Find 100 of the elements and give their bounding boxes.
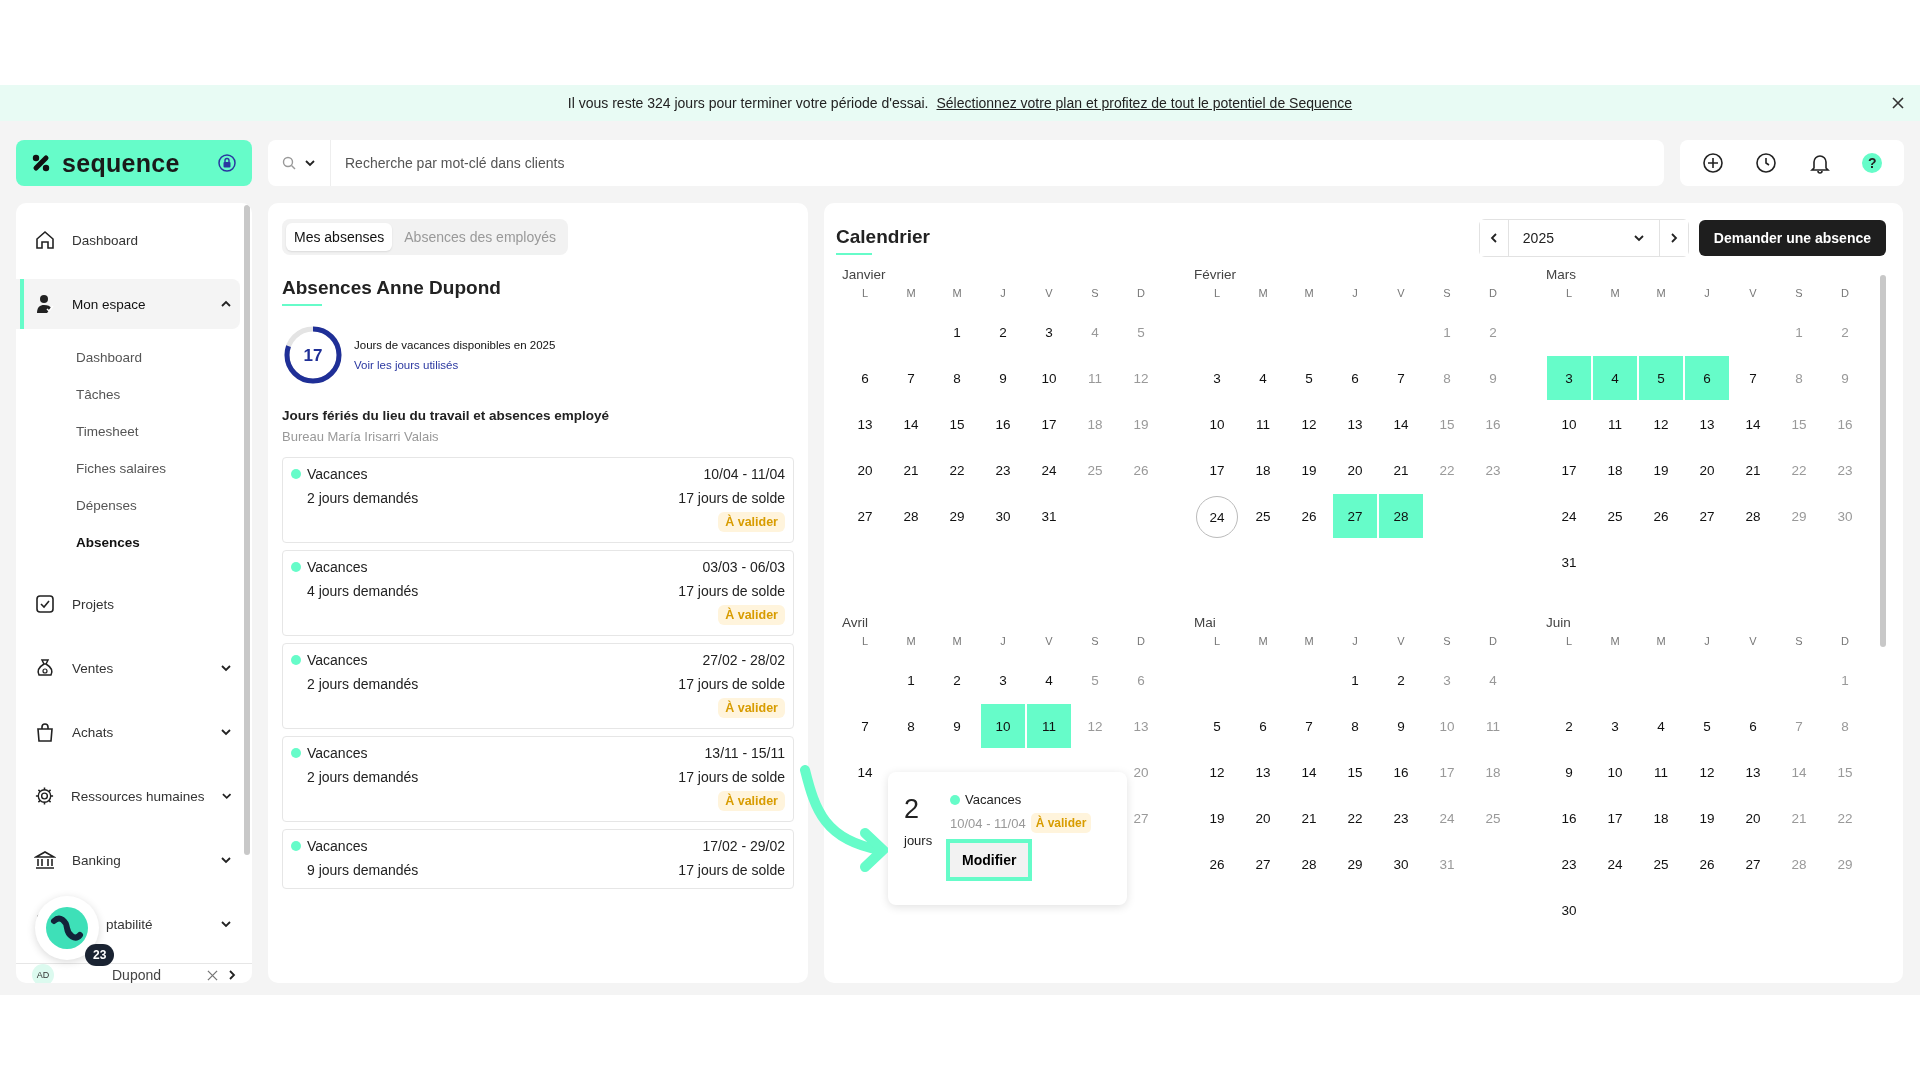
calendar-day[interactable]: 5: [1194, 703, 1240, 749]
calendar-day[interactable]: 19: [1194, 795, 1240, 841]
calendar-day[interactable]: 3: [1592, 703, 1638, 749]
calendar-day[interactable]: 7: [1378, 355, 1424, 401]
calendar-day[interactable]: 16: [1546, 795, 1592, 841]
calendar-day[interactable]: 20: [842, 447, 888, 493]
calendar-day[interactable]: 14: [842, 749, 888, 795]
calendar-day[interactable]: 31: [1546, 539, 1592, 585]
calendar-day[interactable]: 20: [1730, 795, 1776, 841]
calendar-day[interactable]: 11: [1592, 401, 1638, 447]
absence-day[interactable]: 5: [1639, 356, 1683, 400]
nav-group[interactable]: Ventes: [16, 643, 240, 693]
calendar-day[interactable]: 12: [1638, 401, 1684, 447]
calendar-day[interactable]: 28: [1730, 493, 1776, 539]
calendar-day[interactable]: 7: [888, 355, 934, 401]
absence-day[interactable]: 10: [981, 704, 1025, 748]
calendar-day[interactable]: 3: [980, 657, 1026, 703]
calendar-day[interactable]: 7: [842, 703, 888, 749]
absence-day[interactable]: 27: [1333, 494, 1377, 538]
calendar-day[interactable]: 9: [1378, 703, 1424, 749]
calendar-day[interactable]: 20: [1332, 447, 1378, 493]
calendar-day[interactable]: 7: [1286, 703, 1332, 749]
calendar-day[interactable]: 13: [1684, 401, 1730, 447]
absence-day[interactable]: 11: [1027, 704, 1071, 748]
calendar-day[interactable]: 26: [1684, 841, 1730, 887]
calendar-day[interactable]: 16: [1378, 749, 1424, 795]
chevron-down-icon[interactable]: [220, 854, 232, 866]
chevron-down-icon[interactable]: [220, 918, 232, 930]
chevron-down-icon[interactable]: [304, 157, 316, 169]
search-bar[interactable]: Recherche par mot-clé dans clients: [268, 140, 1664, 186]
user-avatar[interactable]: AD: [32, 964, 54, 983]
nav-item[interactable]: Projets: [16, 579, 240, 629]
calendar-day[interactable]: 12: [1286, 401, 1332, 447]
nav-group[interactable]: Mon espace: [16, 279, 240, 329]
edit-button[interactable]: Modifier: [946, 839, 1033, 881]
calendar-day[interactable]: 19: [1638, 447, 1684, 493]
absence-card[interactable]: Vacances 10/04 - 11/04 2 jours demandés 17 jours de solde À valider: [282, 457, 794, 543]
close-icon[interactable]: [1892, 97, 1904, 109]
nav-group[interactable]: Ressources humaines: [16, 771, 240, 821]
calendar-day[interactable]: 3: [1026, 309, 1072, 355]
calendar-day[interactable]: 24: [1546, 493, 1592, 539]
calendar-day[interactable]: 11: [1638, 749, 1684, 795]
calendar-day[interactable]: 2: [1546, 703, 1592, 749]
calendar-day[interactable]: 27: [842, 493, 888, 539]
calendar-day[interactable]: 1: [888, 657, 934, 703]
calendar-day[interactable]: 26: [1194, 841, 1240, 887]
calendar-day[interactable]: 24: [1026, 447, 1072, 493]
nav-subitem[interactable]: Dashboard: [16, 339, 240, 376]
calendar-day[interactable]: 9: [1546, 749, 1592, 795]
calendar-day[interactable]: 19: [1684, 795, 1730, 841]
search-icon[interactable]: [282, 156, 296, 170]
calendar-day[interactable]: 1: [934, 309, 980, 355]
plans-link[interactable]: Sélectionnez votre plan et profitez de tout le potentiel de Sequence: [936, 95, 1353, 111]
absence-day[interactable]: 3: [1547, 356, 1591, 400]
calendar-day[interactable]: 19: [1286, 447, 1332, 493]
tab[interactable]: Mes absenses: [286, 223, 393, 251]
calendar-day[interactable]: 2: [980, 309, 1026, 355]
calendar-day[interactable]: 6: [1332, 355, 1378, 401]
launcher-icon[interactable]: [44, 905, 90, 951]
nav-subitem[interactable]: Tâches: [16, 376, 240, 413]
lock-icon[interactable]: [218, 154, 236, 172]
calendar-day[interactable]: 28: [1286, 841, 1332, 887]
calendar-day[interactable]: 13: [1730, 749, 1776, 795]
calendar-day[interactable]: 13: [1332, 401, 1378, 447]
absence-day[interactable]: 6: [1685, 356, 1729, 400]
calendar-day[interactable]: 30: [1378, 841, 1424, 887]
calendar-day[interactable]: 5: [1684, 703, 1730, 749]
calendar-day[interactable]: 30: [980, 493, 1026, 539]
calendar-day[interactable]: 15: [1332, 749, 1378, 795]
calendar-day[interactable]: 11: [1240, 401, 1286, 447]
calendar-day[interactable]: 7: [1730, 355, 1776, 401]
calendar-day[interactable]: 27: [1240, 841, 1286, 887]
calendar-day[interactable]: 22: [934, 447, 980, 493]
chevron-down-icon[interactable]: [220, 726, 232, 738]
chevron-right-icon[interactable]: [226, 969, 238, 981]
calendar-day[interactable]: 27: [1730, 841, 1776, 887]
calendar-day[interactable]: 2: [1378, 657, 1424, 703]
calendar-day[interactable]: 21: [1378, 447, 1424, 493]
calendar-day[interactable]: 6: [1730, 703, 1776, 749]
request-absence-button[interactable]: Demander une absence: [1698, 220, 1886, 256]
calendar-day[interactable]: 14: [1730, 401, 1776, 447]
calendar-day[interactable]: 27: [1684, 493, 1730, 539]
calendar-day[interactable]: 12: [1684, 749, 1730, 795]
calendar-day[interactable]: 28: [888, 493, 934, 539]
absence-card[interactable]: Vacances 27/02 - 28/02 2 jours demandés 17 jours de solde À valider: [282, 643, 794, 729]
calendar-day[interactable]: 15: [934, 401, 980, 447]
calendar-day[interactable]: 29: [1332, 841, 1378, 887]
absence-day[interactable]: 4: [1593, 356, 1637, 400]
calendar-day[interactable]: 30: [1546, 887, 1592, 933]
calendar-day[interactable]: 23: [980, 447, 1026, 493]
calendar-day[interactable]: 10: [1026, 355, 1072, 401]
chevron-down-icon[interactable]: [220, 790, 232, 802]
chevron-down-icon[interactable]: [220, 662, 232, 674]
calendar-day[interactable]: 18: [1240, 447, 1286, 493]
calendar-day[interactable]: 14: [1378, 401, 1424, 447]
calendar-day[interactable]: 25: [1638, 841, 1684, 887]
calendar-day[interactable]: 8: [934, 355, 980, 401]
calendar-day[interactable]: 14: [888, 401, 934, 447]
calendar-day[interactable]: 18: [1592, 447, 1638, 493]
calendar-day[interactable]: 20: [1240, 795, 1286, 841]
